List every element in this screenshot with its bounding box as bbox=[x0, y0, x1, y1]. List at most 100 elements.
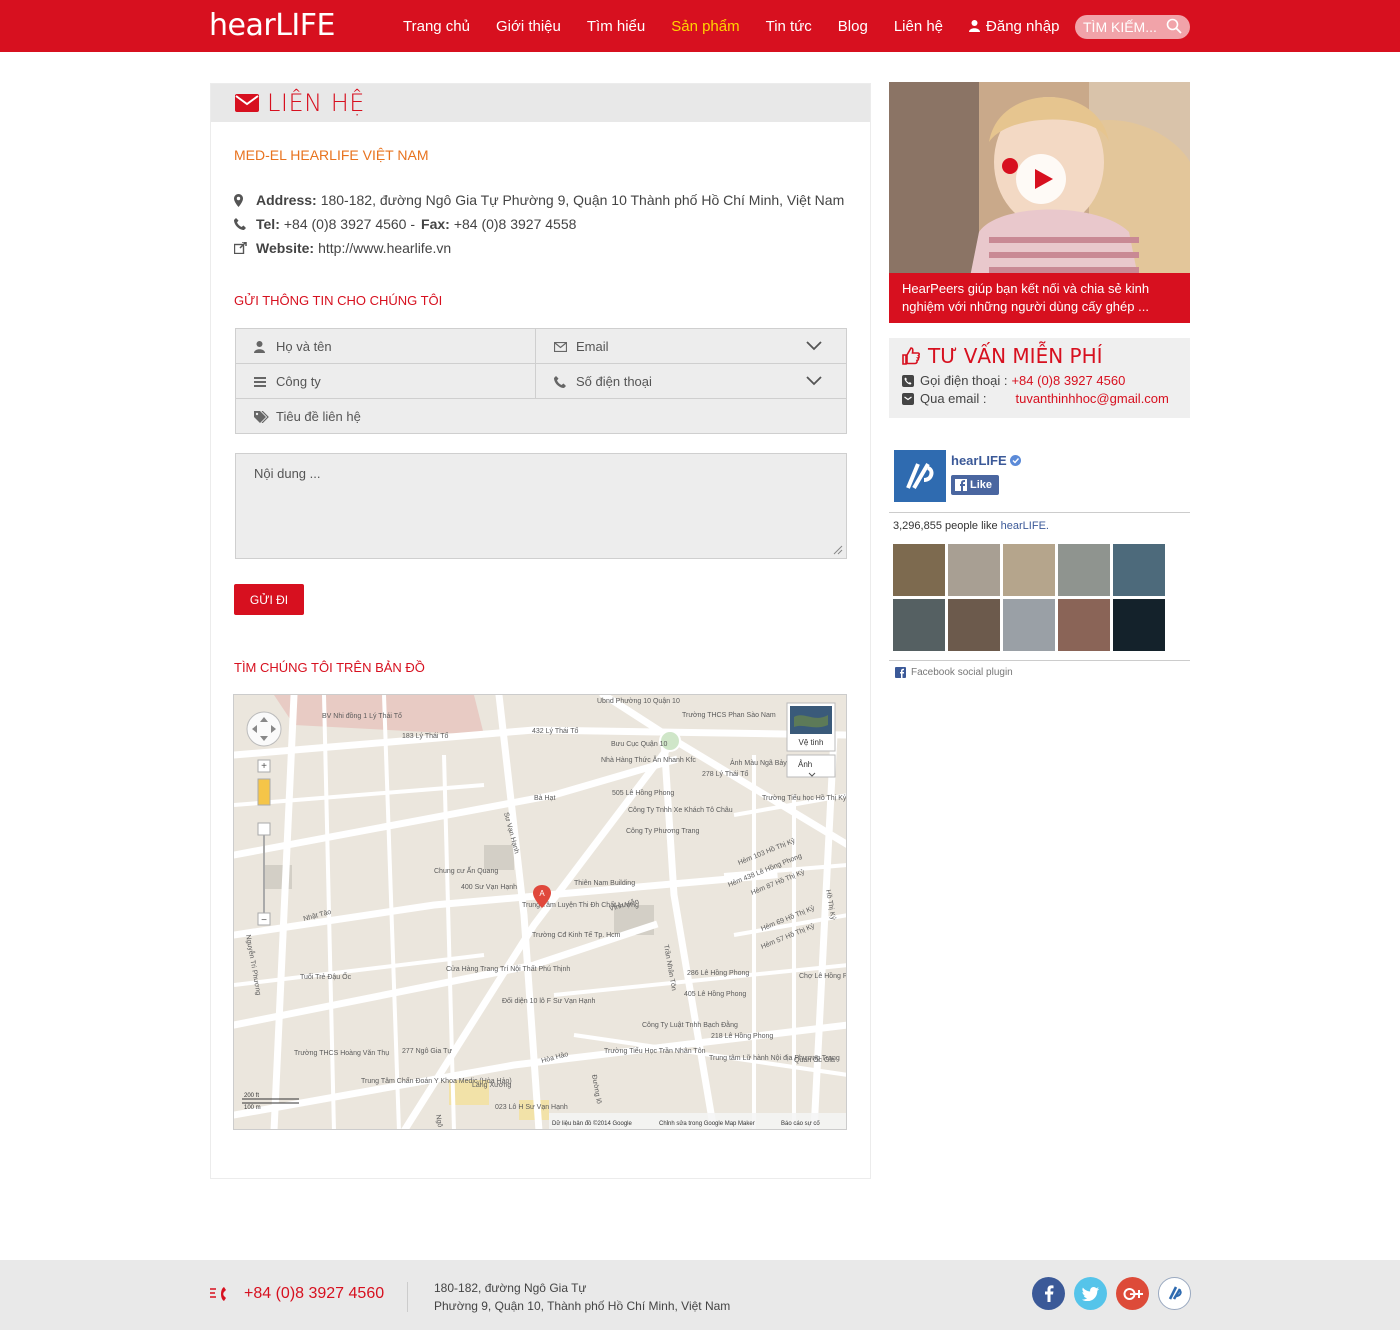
divider bbox=[889, 512, 1190, 513]
facebook-page-name[interactable]: hearLIFE bbox=[951, 453, 1007, 468]
email-field[interactable]: Email bbox=[536, 329, 846, 364]
org-name: MED-EL HEARLIFE VIỆT NAM bbox=[234, 147, 429, 163]
company-field[interactable]: Công ty bbox=[236, 364, 536, 399]
map-label: 277 Ngô Gia Tự bbox=[402, 1048, 452, 1055]
video-caption[interactable]: HearPeers giúp bạn kết nối và chia sẻ ki… bbox=[889, 273, 1190, 323]
search-icon[interactable] bbox=[1166, 18, 1182, 34]
photo-label: Ảnh bbox=[798, 760, 812, 769]
satellite-toggle[interactable]: Vệ tinh bbox=[786, 702, 836, 752]
website-link[interactable]: http://www.hearlife.vn bbox=[318, 240, 451, 256]
thumbs-up-icon bbox=[902, 347, 920, 365]
nav-products[interactable]: Sản phẩm bbox=[671, 18, 739, 35]
consult-phone[interactable]: +84 (0)8 3927 4560 bbox=[1011, 373, 1125, 388]
nav-login[interactable]: Đăng nhập bbox=[969, 18, 1059, 35]
map-label: 286 Lê Hồng Phong bbox=[687, 968, 749, 977]
fan-avatar[interactable] bbox=[1113, 544, 1165, 596]
facebook-widget: hearLIFE Like 3,296,855 people like hear… bbox=[889, 447, 1190, 687]
google-map[interactable]: BV Nhi đồng 1 Lý Thái Tổ 183 Lý Thái Tổ … bbox=[233, 694, 847, 1130]
facebook-plugin-label[interactable]: Facebook social plugin bbox=[911, 667, 1013, 678]
map-label: 400 Sư Vạn Hạnh bbox=[461, 884, 517, 891]
video-thumbnail[interactable]: HearPeers giúp bạn kết nối và chia sẻ ki… bbox=[889, 82, 1190, 323]
google-plus-link[interactable] bbox=[1116, 1277, 1149, 1310]
facebook-page-name-row: hearLIFE bbox=[951, 453, 1022, 468]
like-count-page[interactable]: hearLIFE. bbox=[1001, 520, 1049, 532]
consult-email-label: Qua email : bbox=[920, 391, 987, 406]
twitter-link[interactable] bbox=[1074, 1277, 1107, 1310]
nav-about[interactable]: Giới thiệu bbox=[496, 18, 561, 35]
contact-card: LIÊN HỆ MED-EL HEARLIFE VIỆT NAM Address… bbox=[210, 83, 871, 1179]
map-report-link[interactable]: Báo cáo sự cố bbox=[781, 1121, 820, 1127]
submit-button[interactable]: GỬI ĐI bbox=[234, 584, 304, 615]
footer-address-line1: 180-182, đường Ngô Gia Tự bbox=[434, 1281, 587, 1295]
map-canvas[interactable]: BV Nhi đồng 1 Lý Thái Tổ 183 Lý Thái Tổ … bbox=[234, 695, 847, 1130]
nav-learn[interactable]: Tìm hiểu bbox=[587, 18, 645, 35]
fan-avatar[interactable] bbox=[1058, 599, 1110, 651]
fan-avatar[interactable] bbox=[893, 544, 945, 596]
phone-placeholder: Số điện thoại bbox=[576, 374, 652, 389]
user-icon bbox=[254, 340, 265, 353]
resize-handle-icon[interactable] bbox=[833, 545, 843, 555]
svg-text:−: − bbox=[261, 915, 267, 926]
email-placeholder: Email bbox=[576, 339, 609, 354]
address-row: Address: 180-182, đường Ngô Gia Tự Phườn… bbox=[234, 188, 844, 212]
envelope-icon bbox=[235, 94, 259, 112]
facebook-link[interactable] bbox=[1032, 1277, 1065, 1310]
map-attribution: Dữ liệu bản đồ ©2014 Google bbox=[552, 1120, 632, 1127]
chevron-down-icon[interactable] bbox=[806, 341, 822, 351]
map-label: BV Nhi đồng 1 Lý Thái Tổ bbox=[322, 711, 402, 720]
consult-heading: TƯ VẤN MIỄN PHÍ bbox=[902, 344, 1177, 368]
facebook-page-avatar[interactable] bbox=[894, 450, 946, 502]
map-label: Trường Cđ Kinh Tế Tp. Hcm bbox=[532, 930, 621, 939]
like-count-text: 3,296,855 people like bbox=[893, 520, 998, 532]
subject-placeholder: Tiêu đề liên hệ bbox=[276, 409, 361, 424]
footer-address-line2: Phường 9, Quận 10, Thành phố Hồ Chí Minh… bbox=[434, 1299, 731, 1313]
bars-icon bbox=[254, 376, 266, 387]
fan-avatar[interactable] bbox=[948, 544, 1000, 596]
map-maker-link[interactable]: Chỉnh sửa trong Google Map Maker bbox=[659, 1120, 755, 1127]
fan-avatar[interactable] bbox=[1003, 544, 1055, 596]
facebook-icon bbox=[1044, 1285, 1053, 1302]
footer-phone-number[interactable]: +84 (0)8 3927 4560 bbox=[244, 1285, 384, 1303]
nav-blog[interactable]: Blog bbox=[838, 18, 868, 35]
fan-avatar[interactable] bbox=[1003, 599, 1055, 651]
address-value: 180-182, đường Ngô Gia Tự Phường 9, Quận… bbox=[320, 192, 845, 208]
nav-news[interactable]: Tin tức bbox=[766, 18, 812, 35]
map-label: Trường THCS Hoàng Văn Thụ bbox=[294, 1050, 389, 1057]
consult-phone-label: Gọi điện thoại : bbox=[920, 373, 1008, 388]
fan-avatar[interactable] bbox=[893, 599, 945, 651]
main-nav: Trang chủ Giới thiệu Tìm hiểu Sản phẩm T… bbox=[390, 0, 1072, 52]
form-row-2: Công ty Số điện thoại bbox=[236, 364, 846, 399]
search-input[interactable] bbox=[1083, 19, 1163, 35]
phone-field[interactable]: Số điện thoại bbox=[536, 364, 846, 399]
message-textarea[interactable]: Nội dung ... bbox=[235, 453, 847, 559]
map-pan-control[interactable] bbox=[246, 711, 282, 747]
nav-contact[interactable]: Liên hệ bbox=[894, 18, 943, 35]
ios-app-link[interactable] bbox=[1158, 1277, 1191, 1310]
contact-header: LIÊN HỆ bbox=[211, 84, 870, 122]
facebook-like-button[interactable]: Like bbox=[951, 475, 999, 495]
fan-avatar[interactable] bbox=[1058, 544, 1110, 596]
photo-toggle[interactable]: Ảnh bbox=[786, 754, 836, 778]
chevron-down-icon[interactable] bbox=[806, 376, 822, 386]
subject-field[interactable]: Tiêu đề liên hệ bbox=[236, 399, 846, 434]
consult-email[interactable]: tuvanthinhhoc@gmail.com bbox=[1015, 391, 1168, 406]
facebook-like-label: Like bbox=[970, 479, 993, 491]
form-row-1: Họ và tên Email bbox=[236, 329, 846, 364]
tel-value: +84 (0)8 3927 4560 - bbox=[283, 216, 416, 232]
site-logo[interactable]: hearLIFE bbox=[209, 8, 335, 43]
facebook-fans bbox=[893, 544, 1173, 651]
nav-home[interactable]: Trang chủ bbox=[403, 18, 470, 35]
tag-icon bbox=[254, 410, 269, 423]
fan-avatar[interactable] bbox=[1113, 599, 1165, 651]
footer-address: 180-182, đường Ngô Gia Tự Phường 9, Quận… bbox=[434, 1279, 730, 1315]
map-label: Lãng Xương bbox=[472, 1082, 511, 1089]
form-heading: GỬI THÔNG TIN CHO CHÚNG TÔI bbox=[234, 293, 443, 308]
name-field[interactable]: Họ và tên bbox=[236, 329, 536, 364]
envelope-icon bbox=[902, 392, 914, 405]
play-button[interactable] bbox=[1016, 154, 1066, 204]
map-label: Nhà Hàng Thức Ăn Nhanh Kfc bbox=[601, 755, 696, 764]
fan-avatar[interactable] bbox=[948, 599, 1000, 651]
consult-email-row: Qua email : tuvanthinhhoc@gmail.com bbox=[902, 391, 1177, 406]
footer-divider bbox=[407, 1282, 408, 1312]
top-navbar: hearLIFE Trang chủ Giới thiệu Tìm hiểu S… bbox=[0, 0, 1400, 52]
